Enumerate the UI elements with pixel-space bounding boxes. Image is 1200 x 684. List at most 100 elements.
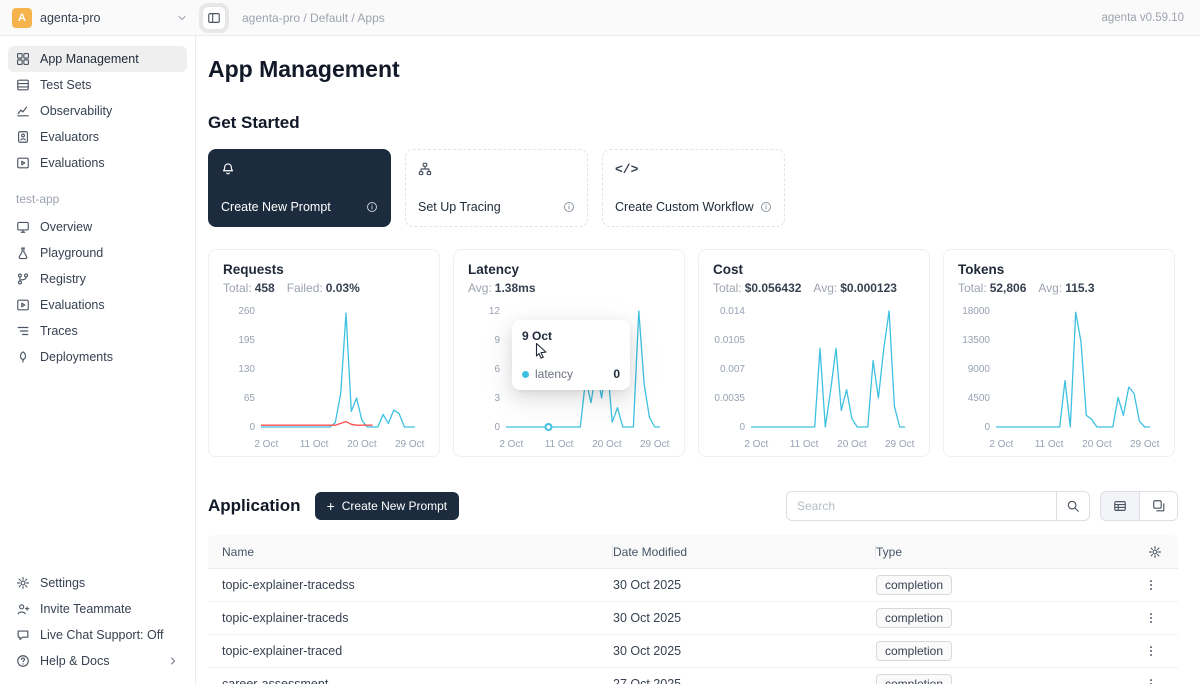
sidebar-section-label: test-app [8,176,187,214]
stat-title: Tokens [958,262,1160,277]
svg-text:0.0105: 0.0105 [714,335,745,346]
row-menu-button[interactable] [1140,673,1162,684]
app-root: A agenta-pro agenta-pro / Default / Apps… [0,0,1200,684]
info-icon[interactable] [563,201,575,213]
stat-value: 115.3 [1065,281,1094,295]
table-row[interactable]: topic-explainer-traceds 30 Oct 2025 comp… [208,602,1178,635]
row-menu-button[interactable] [1140,640,1162,662]
column-header-date-modified[interactable]: Date Modified [613,535,876,568]
table-row[interactable]: career-assessment 27 Oct 2025 completion [208,668,1178,684]
chat-icon [16,628,30,642]
stat-value: 458 [255,281,275,295]
breadcrumb[interactable]: agenta-pro / Default / Apps [242,11,385,25]
sidebar-item-traces[interactable]: Traces [8,318,187,344]
cost-chart: 00.00350.0070.01050.0142 Oct11 Oct20 Oct… [713,301,915,456]
tracing-icon [418,162,432,176]
svg-text:0.014: 0.014 [720,306,745,317]
info-icon[interactable] [760,201,772,213]
sidebar-item-test-sets[interactable]: Test Sets [8,72,187,98]
kebab-icon [1144,677,1158,684]
svg-text:2 Oct: 2 Oct [989,439,1013,450]
svg-text:2 Oct: 2 Oct [744,439,768,450]
application-header-row: Application + Create New Prompt [208,491,1178,521]
sidebar-item-label: Observability [40,104,112,118]
sidebar-item-evaluations[interactable]: Evaluations [8,150,187,176]
search-input[interactable] [786,491,1056,521]
card-label: Create Custom Workflow [615,200,754,214]
chevron-down-icon [176,12,188,24]
play-square-icon [16,298,30,312]
gear-icon [1148,545,1162,559]
svg-text:29 Oct: 29 Oct [1130,439,1160,450]
svg-text:11 Oct: 11 Oct [300,439,329,450]
svg-text:11 Oct: 11 Oct [545,439,574,450]
traces-icon [16,324,30,338]
sidebar-item-observability[interactable]: Observability [8,98,187,124]
svg-text:6: 6 [494,364,500,375]
search-button[interactable] [1056,491,1090,521]
info-icon[interactable] [366,201,378,213]
table-row[interactable]: topic-explainer-tracedss 30 Oct 2025 com… [208,569,1178,602]
sidebar-item-app-management[interactable]: App Management [8,46,187,72]
date-modified: 27 Oct 2025 [613,677,876,684]
sidebar-item-settings[interactable]: Settings [8,570,187,596]
svg-text:2 Oct: 2 Oct [499,439,523,450]
sidebar-item-invite-teammate[interactable]: Invite Teammate [8,596,187,622]
grid-icon [16,52,30,66]
create-new-prompt-card[interactable]: Create New Prompt [208,149,391,227]
stat-label: Total: [713,281,742,295]
sidebar-item-deployments[interactable]: Deployments [8,344,187,370]
kebab-icon [1144,578,1158,592]
stat-title: Latency [468,262,670,277]
sidebar-toggle-button[interactable] [202,6,226,30]
table-row[interactable]: topic-explainer-traced 30 Oct 2025 compl… [208,635,1178,668]
sidebar-item-playground[interactable]: Playground [8,240,187,266]
stat-label: Avg: [1038,281,1062,295]
sidebar-item-label: Evaluations [40,156,105,170]
set-up-tracing-card[interactable]: Set Up Tracing [405,149,588,227]
mouse-cursor-icon [534,342,549,359]
date-modified: 30 Oct 2025 [613,644,876,658]
app-name: topic-explainer-tracedss [208,578,613,592]
type-badge: completion [876,608,952,628]
sidebar-item-live-chat-support[interactable]: Live Chat Support: Off [8,622,187,648]
workspace-selector[interactable]: A agenta-pro [12,8,188,28]
table-settings-button[interactable] [1148,545,1162,559]
sidebar-item-help-docs[interactable]: Help & Docs [8,648,187,674]
stat-value: 52,806 [990,281,1027,295]
row-menu-button[interactable] [1140,607,1162,629]
sidebar-item-app-evaluations[interactable]: Evaluations [8,292,187,318]
svg-text:0.007: 0.007 [720,364,745,375]
create-custom-workflow-card[interactable]: </> Create Custom Workflow [602,149,785,227]
applications-table: Name Date Modified Type topic-explainer-… [208,535,1178,684]
flask-icon [16,246,30,260]
sidebar-item-evaluators[interactable]: Evaluators [8,124,187,150]
table-view-button[interactable] [1101,492,1139,520]
svg-text:2 Oct: 2 Oct [254,439,278,450]
card-view-button[interactable] [1139,492,1177,520]
svg-text:65: 65 [244,393,256,404]
card-label: Set Up Tracing [418,200,501,214]
create-new-prompt-button[interactable]: + Create New Prompt [315,492,460,520]
tooltip-value: 0 [613,367,620,381]
column-header-type[interactable]: Type [876,535,1114,568]
view-toggle [1100,491,1178,521]
table-view-icon [1113,499,1127,513]
sidebar-item-registry[interactable]: Registry [8,266,187,292]
search-group [786,491,1090,521]
svg-text:195: 195 [238,335,255,346]
row-menu-button[interactable] [1140,574,1162,596]
requests-chart: 0651301952602 Oct11 Oct20 Oct29 Oct [223,301,425,456]
main-content: App Management Get Started Create New Pr… [196,36,1200,684]
plus-icon: + [327,499,335,513]
sidebar-item-label: App Management [40,52,139,66]
app-name: career-assessment [208,677,613,684]
stats-row: Requests Total:458 Failed:0.03% 06513019… [208,249,1200,457]
stat-value: $0.000123 [840,281,897,295]
card-view-icon [1152,499,1166,513]
latency-stat-card: Latency Avg:1.38ms 0369122 Oct11 Oct20 O… [453,249,685,457]
column-header-name[interactable]: Name [208,535,613,568]
sidebar-item-label: Settings [40,576,85,590]
sidebar-item-overview[interactable]: Overview [8,214,187,240]
rocket-icon [16,350,30,364]
